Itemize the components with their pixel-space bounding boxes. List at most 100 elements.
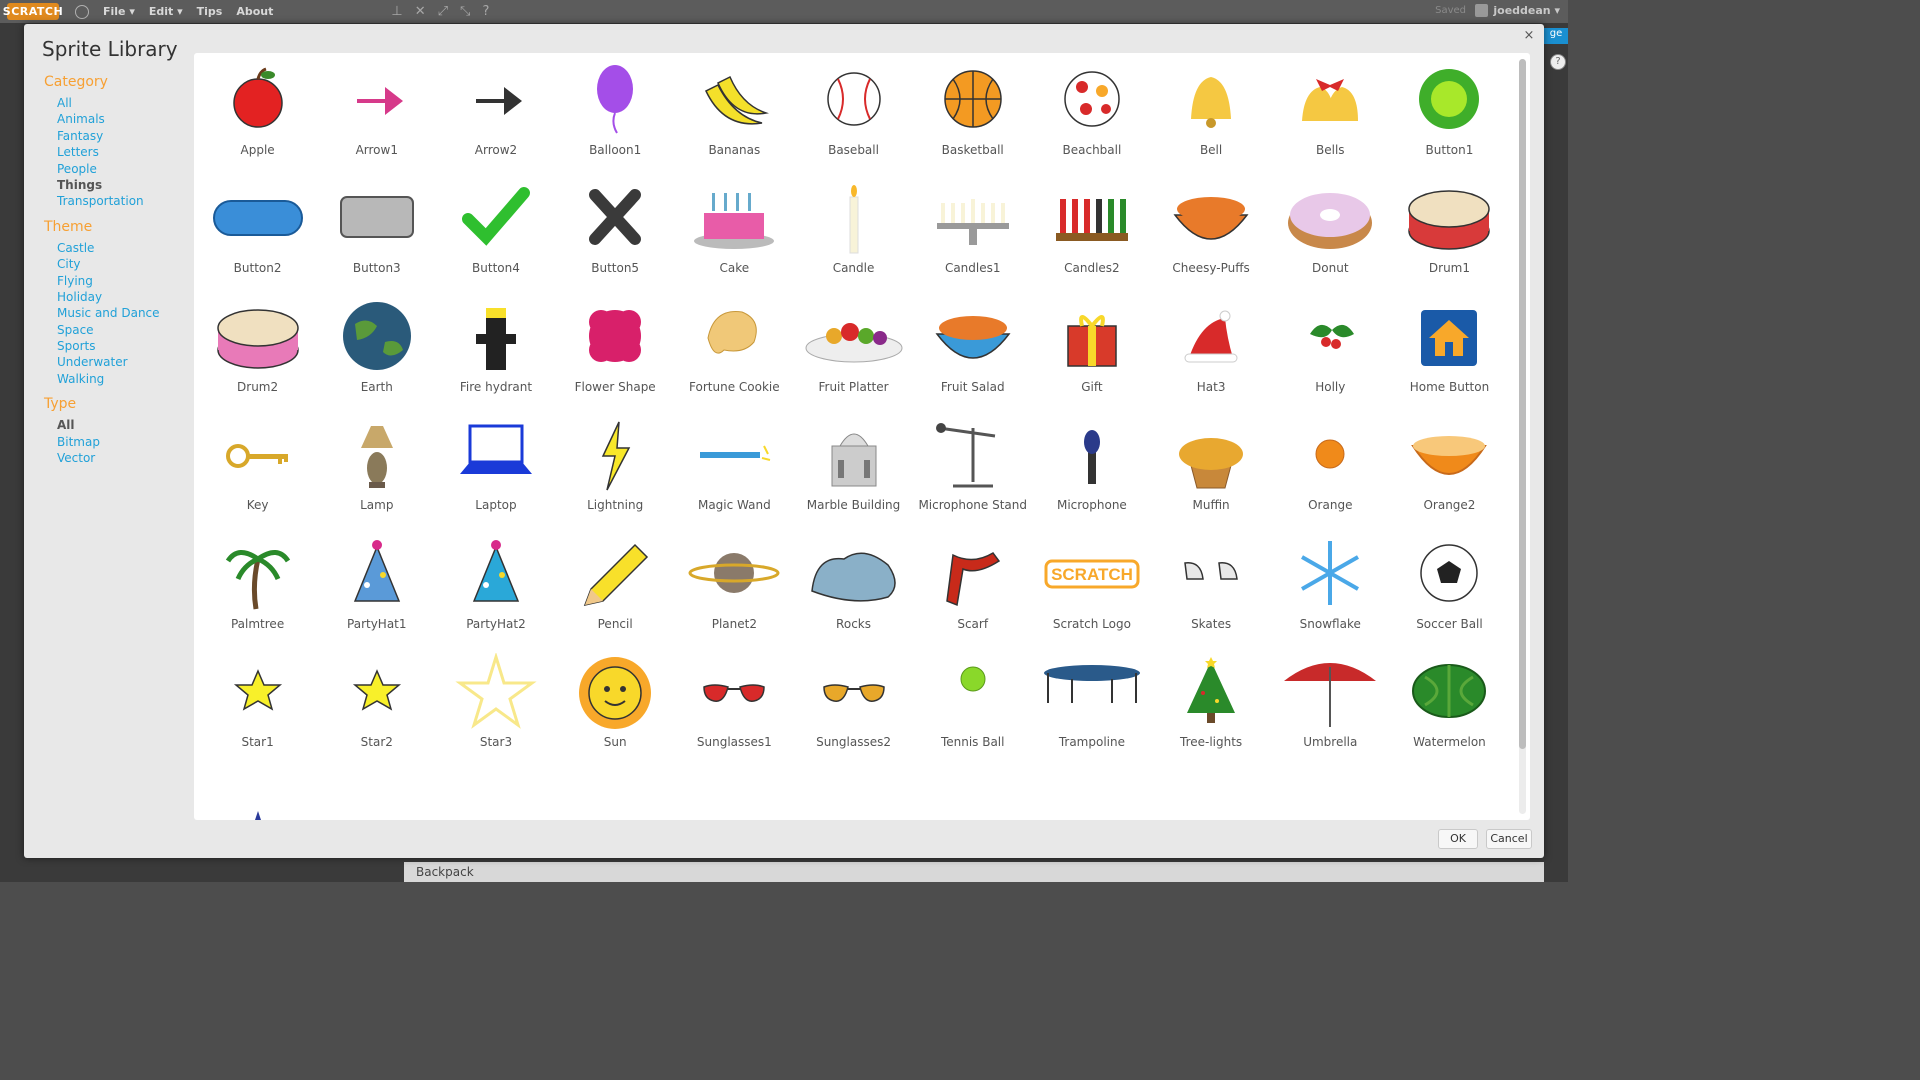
sprite-item[interactable]: Bananas <box>675 61 794 179</box>
sprite-item[interactable]: PartyHat2 <box>436 535 555 653</box>
sprite-item[interactable]: Fruit Platter <box>794 298 913 416</box>
category-item-animals[interactable]: Animals <box>44 111 194 127</box>
sprite-item[interactable]: Rocks <box>794 535 913 653</box>
theme-item-sports[interactable]: Sports <box>44 338 194 354</box>
sprite-item[interactable]: SCRATCH Scratch Logo <box>1032 535 1151 653</box>
category-item-all[interactable]: All <box>44 95 194 111</box>
sprite-item[interactable]: Lamp <box>317 416 436 534</box>
sprite-item[interactable]: Microphone Stand <box>913 416 1032 534</box>
type-item-all[interactable]: All <box>44 417 194 433</box>
shrink-icon[interactable]: ⤡ <box>460 4 470 19</box>
sprite-item[interactable]: Orange2 <box>1390 416 1509 534</box>
sprite-item[interactable]: Sun <box>556 653 675 771</box>
theme-item-castle[interactable]: Castle <box>44 240 194 256</box>
theme-item-holiday[interactable]: Holiday <box>44 289 194 305</box>
sprite-item[interactable]: Magic Wand <box>675 416 794 534</box>
sprite-item[interactable]: Sunglasses1 <box>675 653 794 771</box>
sprite-item[interactable]: Umbrella <box>1271 653 1390 771</box>
sprite-item[interactable]: Laptop <box>436 416 555 534</box>
sprite-item[interactable]: Drum2 <box>198 298 317 416</box>
grow-icon[interactable]: ⤢ <box>438 4 448 19</box>
sprite-item[interactable]: Fire hydrant <box>436 298 555 416</box>
share-button-stub[interactable]: ge <box>1544 28 1568 44</box>
sprite-item[interactable]: Watermelon <box>1390 653 1509 771</box>
theme-item-city[interactable]: City <box>44 256 194 272</box>
menu-about[interactable]: About <box>236 5 273 18</box>
sprite-item[interactable]: Apple <box>198 61 317 179</box>
type-item-bitmap[interactable]: Bitmap <box>44 434 194 450</box>
sprite-item[interactable]: PartyHat1 <box>317 535 436 653</box>
sprite-item[interactable]: Basketball <box>913 61 1032 179</box>
sprite-item[interactable]: Bells <box>1271 61 1390 179</box>
sprite-item[interactable]: Lightning <box>556 416 675 534</box>
sprite-item[interactable]: Arrow1 <box>317 61 436 179</box>
sprite-item[interactable]: Home Button <box>1390 298 1509 416</box>
sprite-item[interactable]: Baseball <box>794 61 913 179</box>
sprite-item[interactable]: Candles2 <box>1032 179 1151 297</box>
sprite-item[interactable]: Palmtree <box>198 535 317 653</box>
sprite-item[interactable]: Orange <box>1271 416 1390 534</box>
category-item-letters[interactable]: Letters <box>44 144 194 160</box>
theme-item-walking[interactable]: Walking <box>44 371 194 387</box>
sprite-item[interactable]: Gift <box>1032 298 1151 416</box>
sprite-item[interactable]: Trampoline <box>1032 653 1151 771</box>
sprite-item[interactable]: Fortune Cookie <box>675 298 794 416</box>
scratch-logo[interactable]: SCRATCH <box>3 3 63 20</box>
theme-item-flying[interactable]: Flying <box>44 273 194 289</box>
sprite-item[interactable]: Muffin <box>1152 416 1271 534</box>
theme-item-space[interactable]: Space <box>44 322 194 338</box>
menu-edit[interactable]: Edit ▾ <box>149 5 183 18</box>
help-icon[interactable]: ? <box>482 4 489 19</box>
sprite-item[interactable]: Star1 <box>198 653 317 771</box>
backpack-bar[interactable]: Backpack <box>404 862 1544 882</box>
sprite-item[interactable]: Tennis Ball <box>913 653 1032 771</box>
sprite-item[interactable]: Candles1 <box>913 179 1032 297</box>
sprite-item[interactable]: Button4 <box>436 179 555 297</box>
sprite-item[interactable]: Snowflake <box>1271 535 1390 653</box>
sprite-item[interactable]: Skates <box>1152 535 1271 653</box>
category-item-transportation[interactable]: Transportation <box>44 193 194 209</box>
sprite-item[interactable]: Holly <box>1271 298 1390 416</box>
sprite-item[interactable]: Marble Building <box>794 416 913 534</box>
scrollbar[interactable] <box>1519 59 1526 814</box>
sprite-item[interactable]: Drum1 <box>1390 179 1509 297</box>
sprite-item[interactable]: Microphone <box>1032 416 1151 534</box>
help-icon[interactable]: ? <box>1550 54 1566 70</box>
sprite-item[interactable]: Planet2 <box>675 535 794 653</box>
stamp-icon[interactable]: ⊥ <box>391 4 402 19</box>
sprite-item[interactable]: Candle <box>794 179 913 297</box>
sprite-item[interactable]: Donut <box>1271 179 1390 297</box>
cancel-button[interactable]: Cancel <box>1486 829 1532 849</box>
user-menu[interactable]: joeddean ▾ <box>1475 4 1560 17</box>
sprite-item[interactable]: Beachball <box>1032 61 1151 179</box>
category-item-fantasy[interactable]: Fantasy <box>44 128 194 144</box>
sprite-item[interactable]: Flower Shape <box>556 298 675 416</box>
menu-file[interactable]: File ▾ <box>103 5 135 18</box>
language-globe-icon[interactable] <box>75 4 89 19</box>
theme-item-underwater[interactable]: Underwater <box>44 354 194 370</box>
sprite-item[interactable]: Button3 <box>317 179 436 297</box>
sprite-item[interactable]: Pencil <box>556 535 675 653</box>
sprite-item[interactable]: Star2 <box>317 653 436 771</box>
scrollbar-thumb[interactable] <box>1519 59 1526 749</box>
sprite-item[interactable]: Arrow2 <box>436 61 555 179</box>
type-item-vector[interactable]: Vector <box>44 450 194 466</box>
theme-item-music-and-dance[interactable]: Music and Dance <box>44 305 194 321</box>
sprite-item[interactable]: Balloon1 <box>556 61 675 179</box>
sprite-item[interactable]: Button1 <box>1390 61 1509 179</box>
category-item-things[interactable]: Things <box>44 177 194 193</box>
sprite-item[interactable] <box>198 771 317 820</box>
menu-tips[interactable]: Tips <box>197 5 223 18</box>
sprite-item[interactable]: Cheesy-Puffs <box>1152 179 1271 297</box>
sprite-item[interactable]: Soccer Ball <box>1390 535 1509 653</box>
sprite-item[interactable]: Bell <box>1152 61 1271 179</box>
sprite-item[interactable]: Star3 <box>436 652 555 771</box>
close-icon[interactable]: × <box>1522 28 1536 43</box>
ok-button[interactable]: OK <box>1438 829 1478 849</box>
sprite-item[interactable]: Tree-lights <box>1152 653 1271 771</box>
sprite-item[interactable]: Cake <box>675 179 794 297</box>
sprite-item[interactable]: Button5 <box>556 179 675 297</box>
sprite-item[interactable]: Scarf <box>913 535 1032 653</box>
sprite-item[interactable]: Fruit Salad <box>913 298 1032 416</box>
sprite-item[interactable]: Key <box>198 416 317 534</box>
